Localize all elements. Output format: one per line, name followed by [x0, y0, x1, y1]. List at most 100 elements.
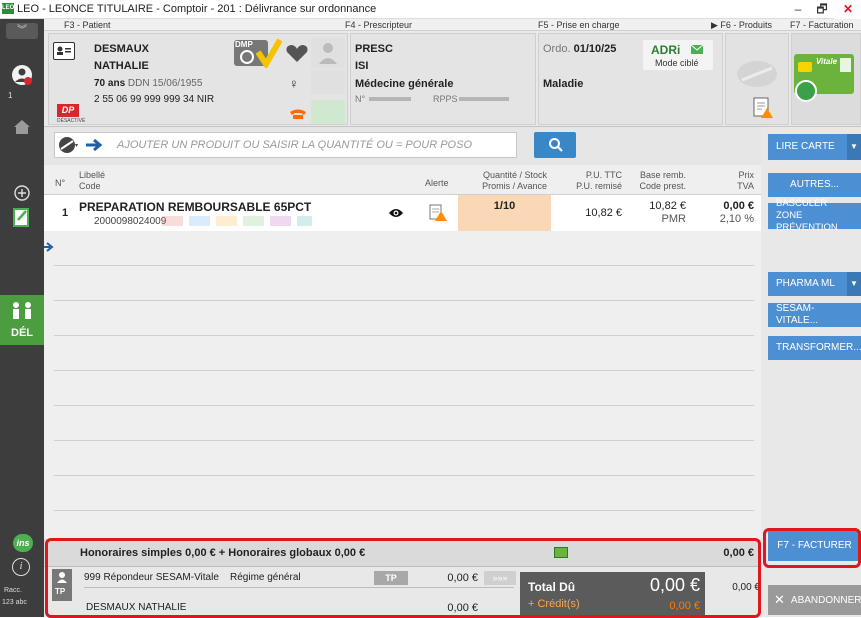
pharmacist-icon[interactable] — [311, 38, 345, 68]
row-flags-icons — [162, 216, 312, 226]
billing-summary-panel: Honoraires simples 0,00 € + Honoraires g… — [44, 539, 761, 617]
col-pu-remise[interactable]: P.U. remisé — [554, 181, 622, 192]
row-qty-cell[interactable]: 1/10 — [458, 195, 551, 231]
delivery-mode-tab[interactable]: DÉL — [0, 295, 44, 345]
row-divider — [54, 335, 754, 336]
adri-button[interactable]: ADRi Mode ciblé — [643, 40, 713, 70]
mail-icon — [691, 45, 703, 54]
credit-amount: 0,00 € — [669, 600, 700, 612]
col-libelle[interactable]: Libellé — [79, 170, 105, 181]
input-mode-label[interactable]: 123 abc — [2, 599, 27, 606]
patient-card[interactable]: DESMAUX NATHALIE 70 ans DDN 15/06/1955 2… — [48, 33, 348, 125]
row-divider — [54, 300, 754, 301]
phone-icon[interactable] — [289, 108, 307, 120]
table-row[interactable]: 1 PREPARATION REMBOURSABLE 65PCT 2000098… — [44, 195, 761, 231]
tab-patient[interactable]: F3 - Patient — [64, 19, 111, 31]
ins-icon[interactable]: ins — [13, 534, 33, 552]
close-button[interactable]: ✕ — [834, 0, 861, 19]
forward-arrows-button[interactable]: »»» — [484, 571, 516, 585]
row-divider — [54, 370, 754, 371]
prescription-edit-icon[interactable] — [6, 206, 38, 230]
checkmark-icon — [256, 38, 282, 68]
right-action-bar: LIRE CARTE ▼ AUTRES... BASCULER ZONE PRÉ… — [761, 127, 861, 617]
col-pu[interactable]: P.U. TTC — [554, 170, 622, 181]
col-code[interactable]: Code — [79, 181, 101, 192]
col-num: N° — [55, 178, 66, 188]
sesam-vitale-button[interactable]: SESAM-VITALE... — [768, 303, 861, 327]
title-bar: LEO LEO - LEONCE TITULAIRE - Comptoir - … — [0, 0, 861, 19]
transformer-button[interactable]: TRANSFORMER... — [768, 336, 861, 360]
heart-hand-icon[interactable] — [284, 40, 310, 66]
header-panel: DESMAUX NATHALIE 70 ans DDN 15/06/1955 2… — [44, 31, 861, 127]
tab-produits[interactable]: ▶ F6 - Produits — [711, 19, 772, 31]
pill-type-dropdown-icon[interactable] — [57, 135, 79, 155]
alert-document-icon[interactable] — [428, 204, 448, 222]
search-placeholder: AJOUTER UN PRODUIT OU SAISIR LA QUANTITÉ… — [117, 139, 473, 151]
search-input[interactable]: AJOUTER UN PRODUIT OU SAISIR LA QUANTITÉ… — [54, 132, 517, 158]
search-button[interactable] — [534, 132, 576, 158]
patient-age: 70 ans — [94, 78, 126, 89]
product-search-row: AJOUTER UN PRODUIT OU SAISIR LA QUANTITÉ… — [44, 127, 761, 165]
user-session-icon[interactable] — [6, 63, 38, 91]
organisme-label: 999 Répondeur SESAM-Vitale — [84, 572, 219, 583]
total-due-label: Total Dû — [528, 580, 576, 594]
rpps-redacted — [459, 97, 509, 101]
patient-firstname: NATHALIE — [94, 60, 149, 72]
lire-carte-button[interactable]: LIRE CARTE ▼ — [768, 134, 861, 160]
divider — [84, 587, 514, 588]
col-base[interactable]: Base remb. — [624, 170, 686, 181]
racc-label[interactable]: Racc. — [4, 587, 22, 594]
honoraires-row[interactable]: Honoraires simples 0,00 € + Honoraires g… — [44, 539, 761, 567]
col-tva[interactable]: TVA — [694, 181, 754, 192]
amo-amount: 0,00 € — [447, 572, 478, 584]
posology-card[interactable] — [725, 33, 789, 125]
patient-id-card-icon — [53, 42, 75, 60]
credit-label: + Crédit(s) — [528, 598, 580, 610]
document-alert-icon[interactable] — [752, 96, 774, 120]
add-circle-icon[interactable] — [6, 185, 38, 203]
basculer-prevention-button[interactable]: BASCULER ZONE PRÉVENTION — [768, 198, 861, 233]
chevron-down-icon: ▼ — [847, 134, 861, 160]
tab-prise-en-charge[interactable]: F5 - Prise en charge — [538, 19, 620, 31]
collapse-chevron-icon[interactable]: ︾ — [6, 23, 38, 39]
col-qty[interactable]: Quantité / Stock — [464, 170, 547, 181]
ordo-label: Ordo. — [543, 43, 571, 55]
prescriber-name: PRESC — [355, 43, 393, 55]
home-icon[interactable] — [6, 119, 38, 139]
prescriber-card[interactable]: PRESC ISI Médecine générale N° RPPS — [350, 33, 536, 125]
person-icon — [57, 572, 67, 583]
tp-button[interactable]: TP — [374, 571, 408, 585]
tab-facturation[interactable]: F7 - Facturation — [790, 19, 854, 31]
calculator-icon[interactable] — [554, 547, 568, 558]
chevron-down-icon: ▼ — [847, 272, 861, 296]
beneficiary-tp-toggle[interactable]: TP — [52, 569, 72, 601]
tab-prescripteur[interactable]: F4 - Prescripteur — [345, 19, 412, 31]
prescription-card[interactable]: Ordo. 01/10/25 ADRi Mode ciblé Maladie — [538, 33, 723, 125]
rpps-label: RPPS — [433, 94, 458, 104]
patient-note-slot[interactable] — [311, 70, 345, 94]
row-tva: 2,10 % — [719, 213, 754, 225]
table-header: N° Libellé Code Alerte Quantité / Stock … — [44, 165, 761, 195]
green-card-icon[interactable] — [311, 100, 345, 124]
col-alerte[interactable]: Alerte — [425, 178, 449, 189]
info-icon[interactable]: i — [12, 558, 30, 576]
assure-name: DESMAUX NATHALIE — [86, 602, 187, 613]
vitale-card[interactable]: Vitale — [791, 33, 861, 125]
col-code-prest[interactable]: Code prest. — [624, 181, 686, 192]
patient-ddn: DDN 15/06/1955 — [127, 78, 203, 89]
prescriber-number-label: N° — [355, 94, 366, 104]
eye-icon[interactable] — [388, 207, 404, 219]
col-promis[interactable]: Promis / Avance — [464, 181, 547, 192]
col-prix[interactable]: Prix — [694, 170, 755, 181]
ordo-date: 01/10/25 — [573, 43, 617, 55]
dp-badge[interactable]: DP DÉSACTIVÉ — [57, 104, 85, 126]
honoraires-label: Honoraires simples 0,00 € + Honoraires g… — [80, 547, 366, 559]
patient-nir: 2 55 06 99 999 999 34 NIR — [94, 94, 215, 105]
adri-logo-icon — [795, 80, 817, 102]
facturer-button[interactable]: F7 - FACTURER — [768, 531, 861, 561]
restore-button[interactable]: 🗗 — [808, 0, 836, 19]
autres-button[interactable]: AUTRES... — [768, 173, 861, 197]
abandonner-button[interactable]: ✕ ABANDONNER — [768, 585, 861, 615]
pharma-ml-button[interactable]: PHARMA ML ▼ — [768, 272, 861, 296]
row-base: 10,82 € — [649, 200, 686, 212]
